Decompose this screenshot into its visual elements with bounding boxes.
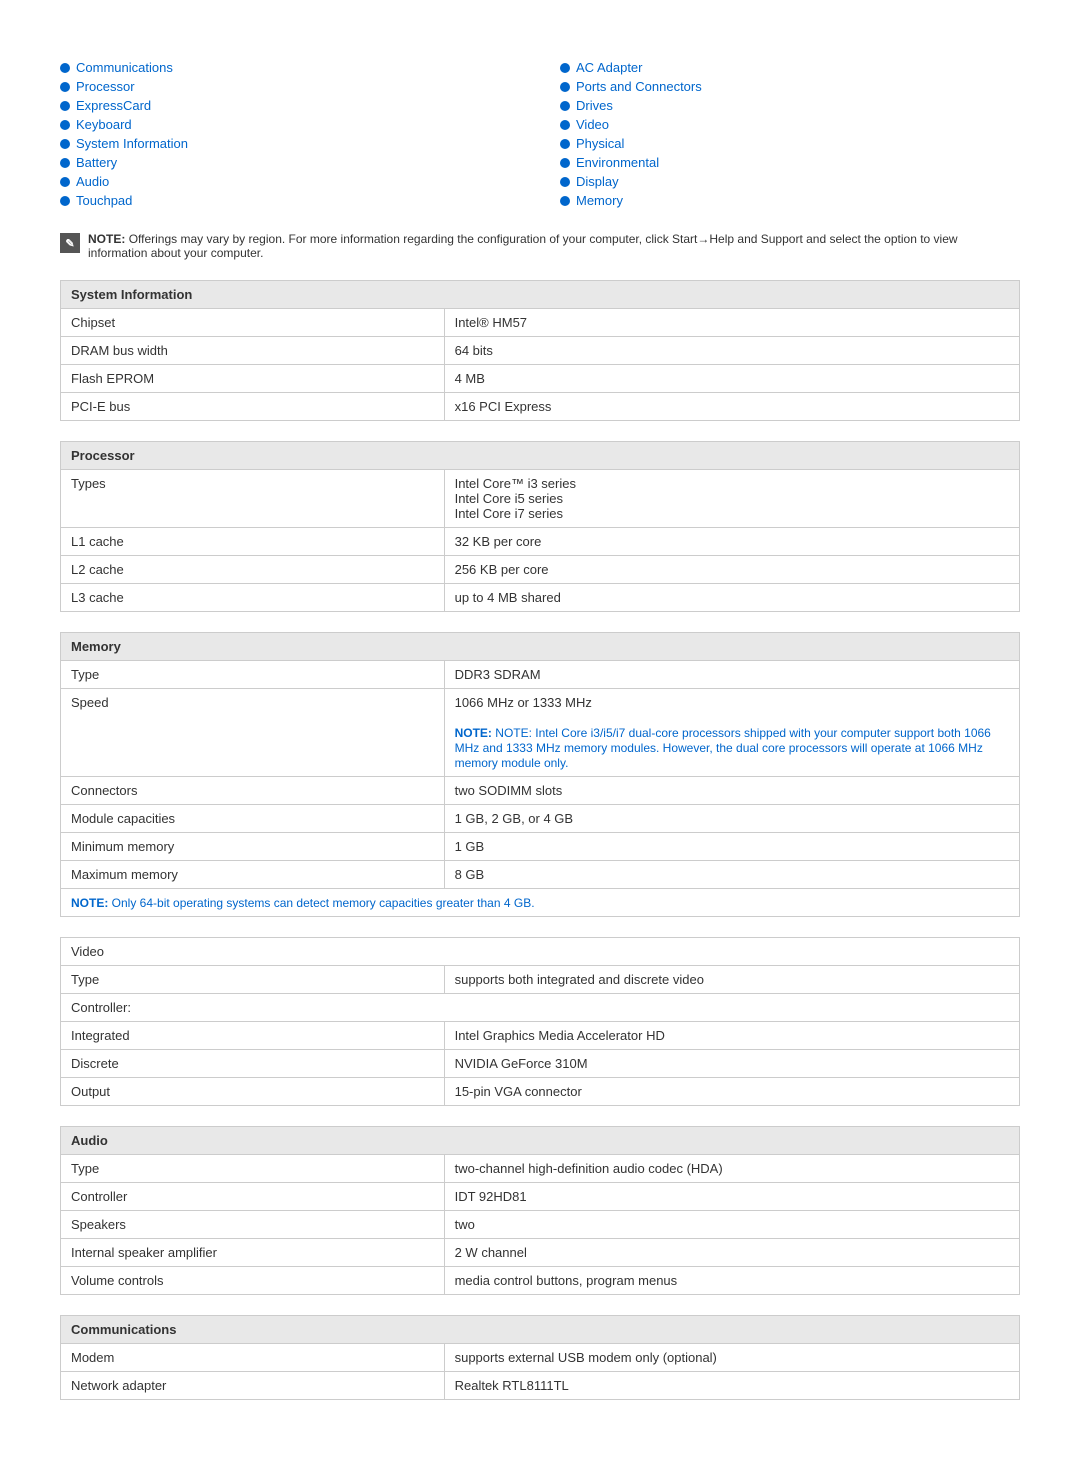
nav-bullet — [60, 177, 70, 187]
audio-table: Audio Typetwo-channel high-definition au… — [60, 1126, 1020, 1295]
table-row: Volume controlsmedia control buttons, pr… — [61, 1267, 1020, 1295]
nav-item: Drives — [560, 98, 1020, 113]
memory-table: Memory TypeDDR3 SDRAMSpeed1066 MHz or 13… — [60, 632, 1020, 917]
table-row: Output15-pin VGA connector — [61, 1078, 1020, 1106]
table-row: Typetwo-channel high-definition audio co… — [61, 1155, 1020, 1183]
system-info-table: System Information ChipsetIntel® HM57DRA… — [60, 280, 1020, 421]
nav-col-left: Communications Processor ExpressCard Keyboa… — [60, 60, 520, 212]
table-row: L3 cacheup to 4 MB shared — [61, 584, 1020, 612]
communications-header: Communications — [61, 1316, 1020, 1344]
video-table: Video Typesupports both integrated and d… — [60, 937, 1020, 1106]
nav-item: ExpressCard — [60, 98, 520, 113]
table-row: Speakerstwo — [61, 1211, 1020, 1239]
nav-item: Battery — [60, 155, 520, 170]
table-row: Modemsupports external USB modem only (o… — [61, 1344, 1020, 1372]
nav-bullet — [560, 120, 570, 130]
table-row: Internal speaker amplifier2 W channel — [61, 1239, 1020, 1267]
nav-item: System Information — [60, 136, 520, 151]
nav-item: AC Adapter — [560, 60, 1020, 75]
communications-table: Communications Modemsupports external US… — [60, 1315, 1020, 1400]
table-row: DiscreteNVIDIA GeForce 310M — [61, 1050, 1020, 1078]
processor-header: Processor — [61, 442, 1020, 470]
nav-col-right: AC Adapter Ports and Connectors Drives Vide… — [560, 60, 1020, 212]
nav-bullet — [60, 196, 70, 206]
nav-item: Audio — [60, 174, 520, 189]
table-row: L2 cache256 KB per core — [61, 556, 1020, 584]
nav-bullet — [60, 82, 70, 92]
nav-item: Physical — [560, 136, 1020, 151]
memory-bottom-note: NOTE: Only 64-bit operating systems can … — [71, 896, 535, 910]
table-row: Flash EPROM4 MB — [61, 365, 1020, 393]
audio-header: Audio — [61, 1127, 1020, 1155]
table-row: Speed1066 MHz or 1333 MHzNOTE: NOTE: Int… — [61, 689, 1020, 777]
nav-bullet — [560, 82, 570, 92]
nav-item: Processor — [60, 79, 520, 94]
table-row: Connectorstwo SODIMM slots — [61, 777, 1020, 805]
nav-bullet — [60, 120, 70, 130]
nav-item: Communications — [60, 60, 520, 75]
processor-table: Processor TypesIntel Core™ i3 seriesInte… — [60, 441, 1020, 612]
table-row: L1 cache32 KB per core — [61, 528, 1020, 556]
table-row: Maximum memory8 GB — [61, 861, 1020, 889]
nav-item: Environmental — [560, 155, 1020, 170]
system-info-header: System Information — [61, 281, 1020, 309]
table-row: Network adapterRealtek RTL8111TL — [61, 1372, 1020, 1400]
nav-bullet — [560, 177, 570, 187]
table-row: DRAM bus width64 bits — [61, 337, 1020, 365]
note-box: ✎ NOTE: Offerings may vary by region. Fo… — [60, 232, 1020, 260]
nav-item: Ports and Connectors — [560, 79, 1020, 94]
table-row: TypesIntel Core™ i3 seriesIntel Core i5 … — [61, 470, 1020, 528]
note-text: NOTE: Offerings may vary by region. For … — [88, 232, 1020, 260]
nav-bullet — [560, 196, 570, 206]
nav-bullet — [60, 63, 70, 73]
nav-bullet — [60, 139, 70, 149]
nav-item: Video — [560, 117, 1020, 132]
table-row: Typesupports both integrated and discret… — [61, 966, 1020, 994]
table-row: Module capacities1 GB, 2 GB, or 4 GB — [61, 805, 1020, 833]
table-row: PCI-E busx16 PCI Express — [61, 393, 1020, 421]
nav-bullet — [60, 158, 70, 168]
note-icon: ✎ — [60, 233, 80, 253]
table-row: IntegratedIntel Graphics Media Accelerat… — [61, 1022, 1020, 1050]
nav-item: Memory — [560, 193, 1020, 208]
memory-header: Memory — [61, 633, 1020, 661]
nav-bullet — [560, 101, 570, 111]
nav-item: Touchpad — [60, 193, 520, 208]
table-row: ControllerIDT 92HD81 — [61, 1183, 1020, 1211]
table-row: Controller: — [61, 994, 1020, 1022]
table-row: Minimum memory1 GB — [61, 833, 1020, 861]
nav-bullet — [560, 158, 570, 168]
nav-item: Keyboard — [60, 117, 520, 132]
nav-section: Communications Processor ExpressCard Keyboa… — [60, 60, 1020, 212]
nav-bullet — [560, 63, 570, 73]
nav-bullet — [60, 101, 70, 111]
table-row: TypeDDR3 SDRAM — [61, 661, 1020, 689]
nav-item: Display — [560, 174, 1020, 189]
table-row: ChipsetIntel® HM57 — [61, 309, 1020, 337]
nav-bullet — [560, 139, 570, 149]
